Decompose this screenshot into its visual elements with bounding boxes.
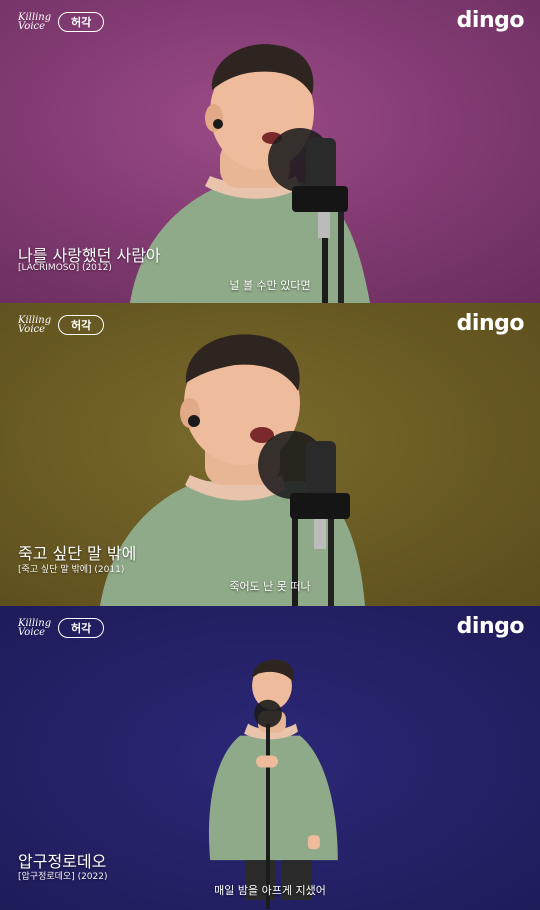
artist-pill: 허각 bbox=[58, 12, 105, 32]
lyric-caption: 널 볼 수만 있다면 bbox=[229, 279, 311, 292]
song-subtitle: [죽고 싶단 말 밖에] (2011) bbox=[18, 565, 125, 575]
lyric-caption: 매일 밤을 아프게 지샜어 bbox=[214, 884, 326, 897]
video-frame-2: Killing Voice 허각 dingo 죽고 싶단 말 밖에 [죽고 싶단… bbox=[0, 303, 540, 606]
dingo-logo: dingo bbox=[456, 614, 525, 639]
song-title: 죽고 싶단 말 밖에 bbox=[18, 544, 137, 563]
killing-voice-mark: Killing Voice bbox=[18, 618, 52, 638]
video-frame-3: Killing Voice 허각 dingo 압구정로데오 [압구정로데오] (… bbox=[0, 606, 540, 910]
video-frame-1: Killing Voice 허각 dingo 나를 사랑했던 사람아 [LACR… bbox=[0, 0, 540, 303]
killing-voice-logo: Killing Voice 허각 bbox=[18, 12, 105, 32]
song-subtitle: [압구정로데오] (2022) bbox=[18, 872, 108, 882]
killing-voice-logo: Killing Voice 허각 bbox=[18, 315, 105, 335]
artist-pill: 허각 bbox=[58, 315, 105, 335]
killing-voice-mark: Killing Voice bbox=[18, 12, 52, 32]
artist-pill: 허각 bbox=[58, 618, 105, 638]
killing-voice-mark: Killing Voice bbox=[18, 315, 52, 335]
lyric-caption: 죽어도 난 못 떠나 bbox=[229, 580, 311, 593]
dingo-logo: dingo bbox=[456, 8, 525, 33]
dingo-logo: dingo bbox=[456, 311, 525, 336]
killing-voice-logo: Killing Voice 허각 bbox=[18, 618, 105, 638]
song-subtitle: [LACRIMOSO] (2012) bbox=[18, 263, 112, 273]
